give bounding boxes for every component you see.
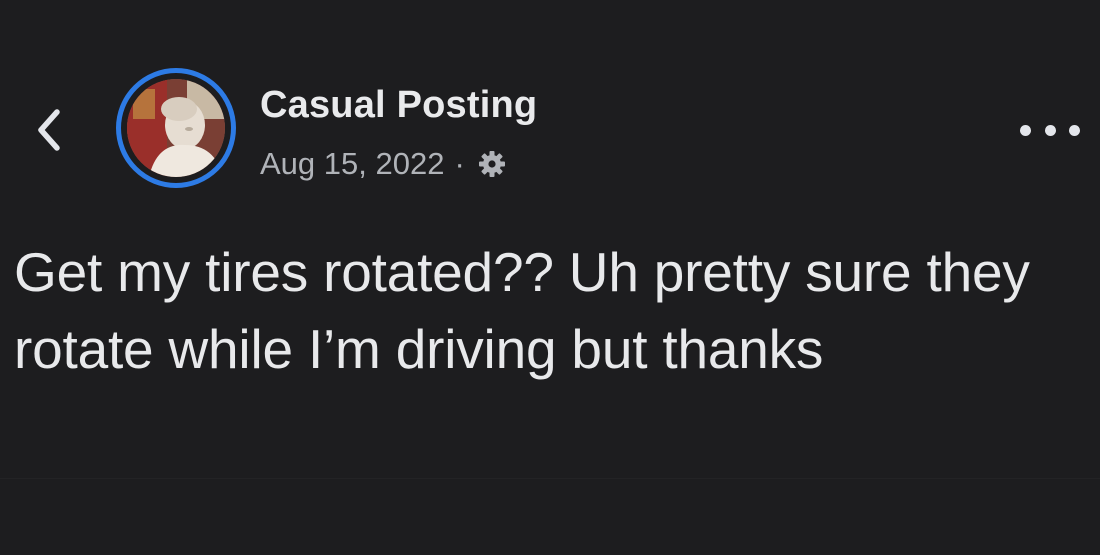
author-name[interactable]: Casual Posting	[260, 84, 537, 127]
post-text: Get my tires rotated?? Uh pretty sure th…	[14, 241, 1030, 380]
avatar[interactable]	[116, 68, 236, 188]
post-date[interactable]: Aug 15, 2022	[260, 146, 444, 182]
back-button[interactable]	[28, 102, 68, 158]
more-dot	[1069, 124, 1080, 136]
more-options-button[interactable]	[1020, 112, 1080, 148]
gear-icon[interactable]	[475, 147, 509, 181]
more-dot	[1044, 124, 1056, 136]
post-meta: Aug 15, 2022 ·	[260, 146, 509, 182]
more-dot	[1020, 124, 1031, 136]
meta-separator: ·	[454, 146, 465, 181]
post-screen: Casual Posting Aug 15, 2022 · Get my tir…	[0, 0, 1100, 555]
avatar-image	[127, 79, 225, 177]
divider	[0, 478, 1100, 479]
chevron-left-icon	[38, 109, 60, 151]
